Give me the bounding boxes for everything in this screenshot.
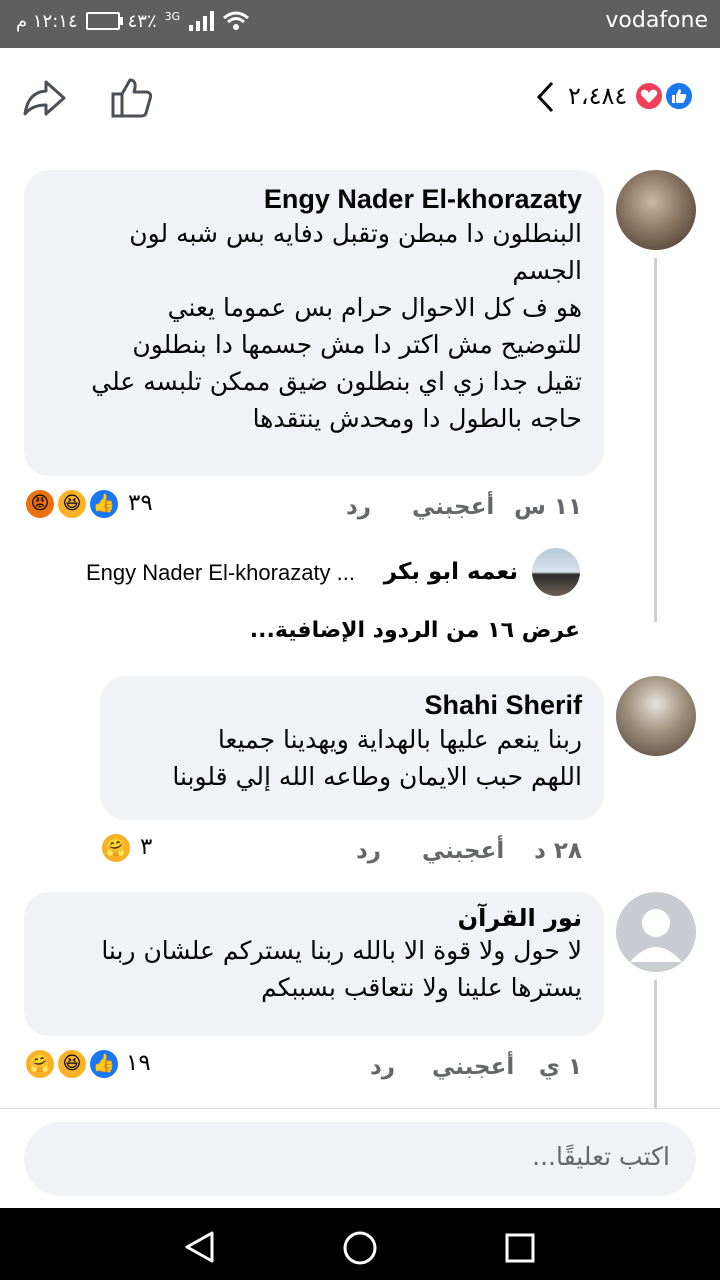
thread-line: [654, 980, 657, 1108]
reaction-count[interactable]: ٣: [140, 834, 152, 860]
love-icon: [634, 81, 664, 111]
comment-bubble[interactable]: Engy Nader El-khorazaty البنطلون دا مبطن…: [24, 170, 604, 476]
comment-time[interactable]: ١١ س: [514, 494, 582, 520]
comment-text: ربنا ينعم عليها بالهداية ويهدينا جميعا ا…: [172, 725, 582, 791]
reply-snippet[interactable]: Engy Nader El-khorazaty ...: [86, 560, 355, 586]
back-button[interactable]: [534, 80, 558, 118]
comment-input[interactable]: اكتب تعليقًا...: [24, 1122, 696, 1196]
chevron-left-icon: [536, 81, 554, 113]
share-button[interactable]: [22, 78, 66, 122]
comment-author[interactable]: نور القرآن: [42, 904, 582, 932]
like-icon: [664, 81, 694, 111]
haha-icon: 😆: [56, 488, 88, 520]
carrier-name: vodafone: [605, 8, 708, 33]
default-avatar-icon: [630, 909, 682, 962]
like-comment-button[interactable]: أعجبني: [432, 1054, 514, 1080]
like-comment-button[interactable]: أعجبني: [412, 494, 494, 520]
reaction-count[interactable]: ١٩: [126, 1050, 151, 1076]
status-left: ١٢:١٤ م ٤٣٪ 3G: [16, 10, 250, 32]
thumbs-up-icon: [111, 78, 153, 118]
nav-back-icon[interactable]: [182, 1230, 216, 1264]
clock: ١٢:١٤ م: [16, 10, 78, 32]
like-comment-button[interactable]: أعجبني: [422, 838, 504, 864]
reply-button[interactable]: رد: [346, 494, 371, 520]
care-icon: 🤗: [100, 832, 132, 864]
like-icon: 👍: [88, 488, 120, 520]
comment-input-placeholder: اكتب تعليقًا...: [532, 1142, 670, 1171]
signal-icon: [189, 11, 215, 31]
comment-text: لا حول ولا قوة الا بالله ربنا يستركم علش…: [101, 936, 582, 1002]
thread-line: [654, 258, 657, 622]
battery-icon: [85, 12, 123, 30]
comment-author[interactable]: Shahi Sherif: [118, 690, 582, 721]
angry-icon: 😡: [24, 488, 56, 520]
comment-text: البنطلون دا مبطن وتقبل دفايه بس شبه لون …: [91, 219, 582, 433]
like-button[interactable]: [110, 76, 154, 124]
battery-level: ٤٣٪: [127, 10, 157, 32]
comment-time[interactable]: ١ ي: [539, 1054, 582, 1080]
comment-time[interactable]: ٢٨ د: [534, 838, 582, 864]
navigation-bar: [0, 1208, 720, 1280]
comment-author[interactable]: Engy Nader El-khorazaty: [42, 184, 582, 215]
reply-button[interactable]: رد: [356, 838, 381, 864]
view-more-replies[interactable]: عرض ١٦ من الردود الإضافية...: [250, 618, 580, 643]
nav-recents-icon[interactable]: [504, 1232, 536, 1264]
status-bar: ١٢:١٤ م ٤٣٪ 3G vodafone: [0, 0, 720, 48]
reply-author[interactable]: نعمه ابو بكر: [384, 559, 518, 585]
avatar[interactable]: [532, 548, 580, 596]
share-icon: [23, 80, 66, 116]
comment-bubble[interactable]: Shahi Sherif ربنا ينعم عليها بالهداية وي…: [100, 676, 604, 820]
comment-bubble[interactable]: نور القرآن لا حول ولا قوة الا بالله ربنا…: [24, 892, 604, 1036]
haha-icon: 😆: [56, 1048, 88, 1080]
reply-button[interactable]: رد: [370, 1054, 395, 1080]
reaction-count[interactable]: ٣٩: [128, 490, 153, 516]
avatar[interactable]: [616, 676, 696, 756]
like-icon: 👍: [88, 1048, 120, 1080]
avatar[interactable]: [616, 892, 696, 972]
network-type: 3G: [164, 9, 181, 23]
divider: [0, 1108, 720, 1109]
avatar[interactable]: [616, 170, 696, 250]
care-icon: 🤗: [24, 1048, 56, 1080]
nav-home-icon[interactable]: [342, 1230, 378, 1266]
wifi-icon: [223, 11, 250, 30]
post-reaction-count[interactable]: ٢،٤٨٤: [568, 82, 627, 110]
